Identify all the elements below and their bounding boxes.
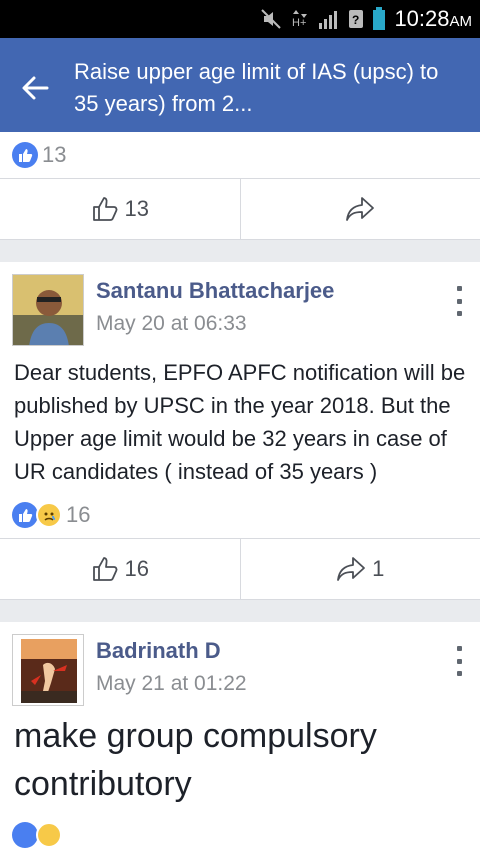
comment-card: Badrinath D May 21 at 01:22 make group c… [0,622,480,854]
reaction-summary[interactable] [0,812,480,854]
sad-reaction-icon [36,822,62,848]
share-button[interactable] [239,179,480,239]
app-header: Raise upper age limit of IAS (upsc) to 3… [0,38,480,132]
author-name[interactable]: Santanu Bhattacharjee [96,278,334,304]
avatar[interactable] [12,634,84,706]
more-icon[interactable] [454,286,464,316]
like-button[interactable]: 13 [0,179,240,239]
battery-icon [373,7,386,30]
reaction-summary[interactable]: 16 [0,492,480,538]
post-date: May 20 at 06:33 [96,312,247,335]
reaction-count: 13 [42,142,67,167]
reaction-summary[interactable]: 13 [0,132,480,178]
like-reaction-icon [12,142,38,168]
action-row: 13 [0,178,480,240]
post-text: Dear students, EPFO APFC notification wi… [14,360,466,484]
like-count: 13 [124,196,149,221]
share-icon [346,197,375,221]
like-count: 16 [124,556,149,581]
sad-reaction-icon [36,502,62,528]
post-text: make group compulsory contributory [14,717,377,803]
separator [0,240,480,262]
more-icon[interactable] [454,646,464,676]
svg-text:?: ? [352,13,359,27]
mute-icon [261,9,282,29]
feed: 13 13 Santanu Bhattacharjee May 20 at 06… [0,132,480,854]
share-button[interactable]: 1 [239,539,480,599]
sim-icon: ? [349,10,364,28]
like-reaction-icon [12,502,38,528]
like-icon [92,557,117,581]
post-header: Badrinath D May 21 at 01:22 [0,622,480,712]
post-date: May 21 at 01:22 [96,672,247,695]
page-title: Raise upper age limit of IAS (upsc) to 3… [74,59,439,116]
like-icon [92,197,117,221]
avatar[interactable] [12,274,84,346]
post-footer-card: 13 13 [0,132,480,240]
action-row: 16 1 [0,538,480,600]
network-h-icon: H+ [292,10,308,29]
separator [0,600,480,622]
like-button[interactable]: 16 [0,539,240,599]
back-arrow-icon[interactable] [20,73,50,103]
signal-icon [319,11,338,29]
clock: 10:28AM [394,6,472,31]
share-icon [337,557,366,581]
status-bar: H+ ? 10:28AM [0,0,480,38]
like-reaction-icon [12,822,38,848]
author-name[interactable]: Badrinath D [96,638,221,664]
share-count: 1 [372,556,385,581]
status-icons: H+ ? 10:28AM [260,4,472,34]
svg-text:H+: H+ [292,17,306,29]
post-header: Santanu Bhattacharjee May 20 at 06:33 [0,262,480,352]
reaction-count: 16 [66,502,91,527]
comment-card: Santanu Bhattacharjee May 20 at 06:33 De… [0,262,480,600]
